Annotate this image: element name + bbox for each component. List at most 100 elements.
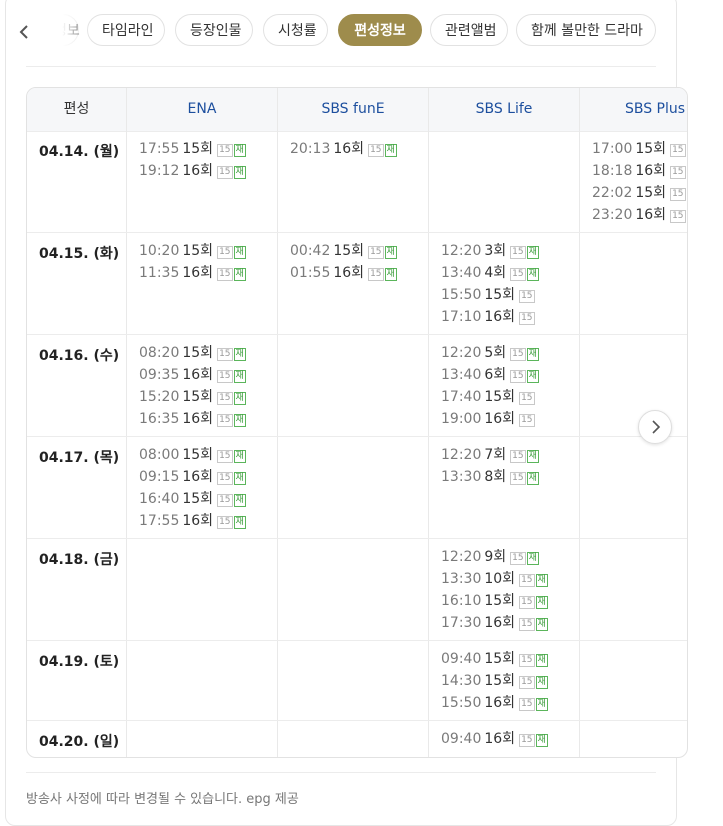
channel-cell: [278, 335, 429, 436]
rerun-badge: 재: [535, 698, 548, 711]
channel-cell: [580, 335, 687, 436]
airing-time: 18:18: [592, 163, 633, 179]
episode-number: 15회: [484, 651, 516, 667]
age-rating-badge: 15: [519, 312, 535, 325]
airing-entry: 12:20 9회 15 재: [441, 546, 579, 568]
age-rating-badge: 15: [217, 516, 233, 529]
rerun-badge: 재: [535, 676, 548, 689]
schedule-row: 04.17. (목) 08:00 15회 15 재 09:15 16회 15 재 16:40 15회…: [27, 437, 687, 539]
date-label: 04.16. (수): [39, 348, 120, 364]
tab-5[interactable]: 편성정보: [338, 14, 422, 46]
episode-number: 15회: [484, 389, 516, 405]
age-rating-badge: 15: [217, 246, 233, 259]
airing-time: 09:40: [441, 651, 482, 667]
tab-6[interactable]: 관련앨범: [430, 14, 508, 46]
rerun-badge: 재: [233, 166, 246, 179]
episode-number: 16회: [484, 731, 516, 747]
airing-entry: 08:20 15회 15 재: [139, 342, 277, 364]
airing-time: 08:20: [139, 345, 180, 361]
airing-list: 12:20 5회 15 재 13:40 6회 15 재 17:40 15회 15 19:00 16회 15: [429, 335, 579, 430]
broadcast-schedule-table: 편성 ENA SBS funE SBS Life SBS Plus 04.14.…: [26, 87, 688, 758]
airing-list: 20:13 16회 15 재: [278, 131, 428, 160]
channel-cell: 09:40 16회 15 재: [429, 721, 580, 757]
channel-cell: [580, 641, 687, 720]
age-rating-badge: 15: [670, 166, 686, 179]
airing-entry: 13:30 10회 15 재: [441, 568, 579, 590]
tab-4[interactable]: 시청률: [263, 14, 328, 46]
age-rating-badge: 15: [217, 166, 233, 179]
airing-time: 01:55: [290, 265, 331, 281]
rerun-badge: 재: [535, 574, 548, 587]
airing-entry: 09:15 16회 15 재: [139, 466, 277, 488]
episode-number: 15회: [182, 243, 214, 259]
header-channel-sbs-life[interactable]: SBS Life: [429, 88, 580, 131]
rerun-badge: 재: [233, 246, 246, 259]
airing-entry: 17:55 15회 15 재: [139, 138, 277, 160]
age-rating-badge: 15: [217, 348, 233, 361]
airing-entry: 16:40 15회 15 재: [139, 488, 277, 510]
chevron-left-icon[interactable]: [16, 22, 34, 42]
age-rating-badge: 15: [217, 392, 233, 405]
schedule-row: 04.14. (월) 17:55 15회 15 재 19:12 16회 15 재 20:13 16회…: [27, 131, 687, 233]
channel-cell: 12:20 5회 15 재 13:40 6회 15 재 17:40 15회 15 19:00 16회 15: [429, 335, 580, 436]
airing-time: 12:20: [441, 447, 482, 463]
header-channel-sbs-fune[interactable]: SBS funE: [278, 88, 429, 131]
channel-cell: [278, 721, 429, 757]
airing-entry: 13:40 4회 15 재: [441, 262, 579, 284]
airing-time: 13:40: [441, 265, 482, 281]
airing-time: 15:20: [139, 389, 180, 405]
age-rating-badge: 15: [510, 552, 526, 565]
airing-time: 13:30: [441, 571, 482, 587]
age-rating-badge: 15: [510, 246, 526, 259]
age-rating-badge: 15: [670, 188, 686, 201]
airing-entry: 08:00 15회 15 재: [139, 444, 277, 466]
tabs-divider: [26, 66, 656, 67]
airing-list: [127, 641, 277, 648]
episode-number: 16회: [182, 411, 214, 427]
rerun-badge: 재: [535, 734, 548, 747]
airing-time: 12:20: [441, 549, 482, 565]
airing-time: 19:00: [441, 411, 482, 427]
tab-2[interactable]: 타임라인: [87, 14, 165, 46]
episode-number: 16회: [182, 469, 214, 485]
airing-time: 11:35: [139, 265, 180, 281]
channel-cell: 17:55 15회 15 재 19:12 16회 15 재: [127, 131, 278, 232]
age-rating-badge: 15: [217, 268, 233, 281]
rerun-badge: 재: [686, 210, 687, 223]
airing-list: 08:20 15회 15 재 09:35 16회 15 재 15:20 15회 15 재 16:35 16…: [127, 335, 277, 430]
airing-list: [127, 539, 277, 546]
airing-list: [580, 641, 687, 648]
episode-number: 15회: [484, 287, 516, 303]
airing-time: 00:42: [290, 243, 331, 259]
airing-list: [278, 335, 428, 342]
age-rating-badge: 15: [217, 370, 233, 383]
airing-time: 20:13: [290, 141, 331, 157]
chevron-right-icon[interactable]: [638, 410, 672, 444]
date-label: 04.15. (화): [39, 246, 120, 262]
episode-number: 8회: [484, 469, 507, 485]
rerun-badge: 재: [233, 516, 246, 529]
airing-entry: 19:00 16회 15: [441, 408, 579, 430]
tab-3[interactable]: 등장인물: [175, 14, 253, 46]
airing-time: 14:30: [441, 673, 482, 689]
airing-list: [580, 233, 687, 240]
channel-cell: [127, 721, 278, 757]
header-channel-ena[interactable]: ENA: [127, 88, 278, 131]
airing-time: 09:35: [139, 367, 180, 383]
airing-list: [127, 721, 277, 728]
header-channel-sbs-plus[interactable]: SBS Plus: [580, 88, 687, 131]
tab-7[interactable]: 함께 볼만한 드라마: [516, 14, 656, 46]
date-cell: 04.17. (목): [27, 437, 127, 538]
airing-entry: 17:40 15회 15: [441, 386, 579, 408]
schedule-row: 04.20. (일) 09:40 16회 15 재: [27, 721, 687, 757]
schedule-header-row: 편성 ENA SBS funE SBS Life SBS Plus: [27, 88, 687, 132]
airing-time: 17:40: [441, 389, 482, 405]
age-rating-badge: 15: [510, 370, 526, 383]
age-rating-badge: 15: [368, 268, 384, 281]
airing-entry: 09:40 15회 15 재: [441, 648, 579, 670]
airing-list: 17:0015회15재18:1816회15재22:0215회15재23:2016…: [580, 131, 687, 226]
channel-cell: [580, 539, 687, 640]
episode-number: 15회: [182, 447, 214, 463]
airing-entry: 12:20 5회 15 재: [441, 342, 579, 364]
episode-number: 4회: [484, 265, 507, 281]
